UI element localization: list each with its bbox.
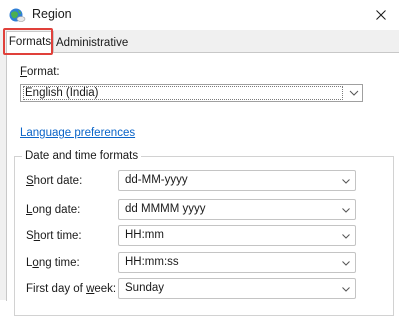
short-time-value: HH:mm: [125, 229, 164, 241]
long-date-value: dd MMMM yyyy: [125, 203, 206, 215]
language-preferences-link[interactable]: Language preferences: [20, 127, 135, 139]
tab-administrative[interactable]: Administrative: [56, 34, 128, 52]
tab-formats[interactable]: Formats: [6, 31, 54, 53]
long-date-label: Long date:: [26, 204, 81, 216]
short-time-combo[interactable]: HH:mm: [118, 225, 356, 246]
chevron-down-icon: [342, 261, 350, 266]
first-day-of-week-value: Sunday: [125, 282, 165, 294]
chevron-down-icon: [342, 234, 350, 239]
format-label: Format:: [20, 66, 60, 78]
close-button[interactable]: [363, 0, 399, 30]
long-date-combo[interactable]: dd MMMM yyyy: [118, 199, 356, 220]
first-day-of-week-combo[interactable]: Sunday: [118, 278, 356, 299]
long-time-label: Long time:: [26, 257, 80, 269]
short-date-value: dd-MM-yyyy: [125, 174, 188, 186]
short-date-combo[interactable]: dd-MM-yyyy: [118, 170, 356, 191]
long-time-value: HH:mm:ss: [125, 256, 179, 268]
short-time-label: Short time:: [26, 230, 82, 242]
short-date-label: Short date:: [26, 175, 83, 187]
close-icon: [376, 10, 386, 20]
chevron-down-icon: [349, 90, 359, 96]
globe-icon: [9, 8, 26, 22]
chevron-down-icon: [342, 179, 350, 184]
chevron-down-icon: [342, 287, 350, 292]
first-day-of-week-label: First day of week:: [26, 283, 117, 295]
chevron-down-icon: [342, 208, 350, 213]
window-title: Region: [32, 7, 72, 21]
format-dropdown-value: English (India): [23, 86, 343, 100]
title-bar: Region: [0, 0, 399, 30]
format-dropdown[interactable]: English (India): [20, 84, 363, 102]
group-title: Date and time formats: [22, 150, 142, 162]
long-time-combo[interactable]: HH:mm:ss: [118, 252, 356, 273]
